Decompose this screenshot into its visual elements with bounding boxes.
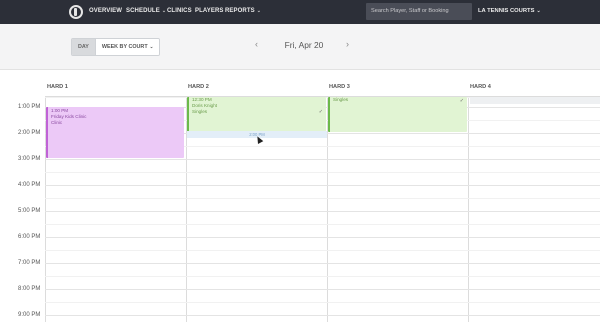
booking-event[interactable]: 12:30 PM Doris Knight Singles ✓ — [187, 97, 326, 132]
top-navigation-bar: OVERVIEW SCHEDULE ⌄ CLINICS PLAYERS REPOR… — [0, 0, 600, 24]
half-hour-line — [45, 250, 600, 251]
nav-reports-label: REPORTS — [225, 8, 255, 14]
check-icon: ✓ — [318, 109, 323, 115]
column-header-hard-3: HARD 3 — [329, 84, 350, 90]
half-hour-line — [45, 276, 600, 277]
day-view-button[interactable]: DAY — [72, 39, 95, 55]
unavailable-block — [470, 97, 600, 104]
column-header-hard-4: HARD 4 — [470, 84, 491, 90]
check-icon: ✓ — [459, 98, 464, 104]
hour-line — [45, 289, 600, 290]
time-label: 2:00 PM — [18, 130, 41, 136]
half-hour-line — [45, 172, 600, 173]
column-header-hard-1: HARD 1 — [47, 84, 68, 90]
hour-line — [45, 185, 600, 186]
time-label: 5:00 PM — [18, 208, 41, 214]
chevron-down-icon: ⌄ — [256, 8, 262, 14]
time-label: 4:00 PM — [18, 182, 41, 188]
hour-line — [45, 315, 600, 316]
clinic-event[interactable]: 1:00 PM Friday Kids Clinic Clinic — [46, 107, 184, 158]
time-label: 9:00 PM — [18, 312, 41, 318]
event-type: Singles — [333, 97, 349, 102]
current-date: Fri, Apr 20 — [284, 40, 324, 50]
time-label: 8:00 PM — [18, 286, 41, 292]
time-label: 7:00 PM — [18, 260, 41, 266]
search-placeholder: Search Player, Staff or Booking — [371, 8, 449, 14]
column-header-hard-2: HARD 2 — [188, 84, 209, 90]
chevron-down-icon: ⌄ — [149, 44, 154, 49]
half-hour-line — [45, 302, 600, 303]
nav-reports[interactable]: REPORTS ⌄ — [225, 8, 261, 14]
week-by-court-button[interactable]: WEEK BY COURT ⌄ — [94, 39, 160, 55]
chevron-down-icon: ⌄ — [536, 8, 541, 14]
nav-players[interactable]: PLAYERS — [195, 8, 224, 14]
time-label: 1:00 PM — [18, 104, 41, 110]
nav-overview-label: OVERVIEW — [89, 8, 123, 14]
hour-line — [45, 237, 600, 238]
booking-event[interactable]: Singles ✓ — [328, 97, 467, 132]
nav-clinics[interactable]: CLINICS — [167, 8, 192, 14]
hour-line — [45, 159, 600, 160]
chevron-down-icon: ⌄ — [161, 8, 167, 14]
week-by-court-label: WEEK BY COURT — [101, 44, 148, 50]
search-input[interactable]: Search Player, Staff or Booking — [366, 3, 472, 20]
hour-line — [45, 263, 600, 264]
nav-players-label: PLAYERS — [195, 8, 224, 14]
time-label: 3:00 PM — [18, 156, 41, 162]
venue-label: LA TENNIS COURTS — [478, 8, 535, 14]
nav-overview[interactable]: OVERVIEW — [89, 8, 122, 14]
previous-day-button[interactable]: ‹ — [255, 39, 258, 49]
view-toggle: DAY WEEK BY COURT ⌄ — [71, 38, 161, 56]
half-hour-line — [45, 198, 600, 199]
event-type: Singles — [192, 109, 208, 115]
nav-schedule-label: SCHEDULE — [126, 8, 160, 14]
time-label: 6:00 PM — [18, 234, 41, 240]
nav-clinics-label: CLINICS — [167, 8, 192, 14]
nav-schedule[interactable]: SCHEDULE ⌄ — [126, 8, 166, 14]
half-hour-line — [45, 224, 600, 225]
event-type: Clinic — [51, 120, 63, 126]
hour-line — [45, 211, 600, 212]
next-day-button[interactable]: › — [346, 39, 349, 49]
venue-selector[interactable]: LA TENNIS COURTS ⌄ — [478, 8, 541, 14]
app-logo-icon[interactable] — [69, 5, 83, 19]
